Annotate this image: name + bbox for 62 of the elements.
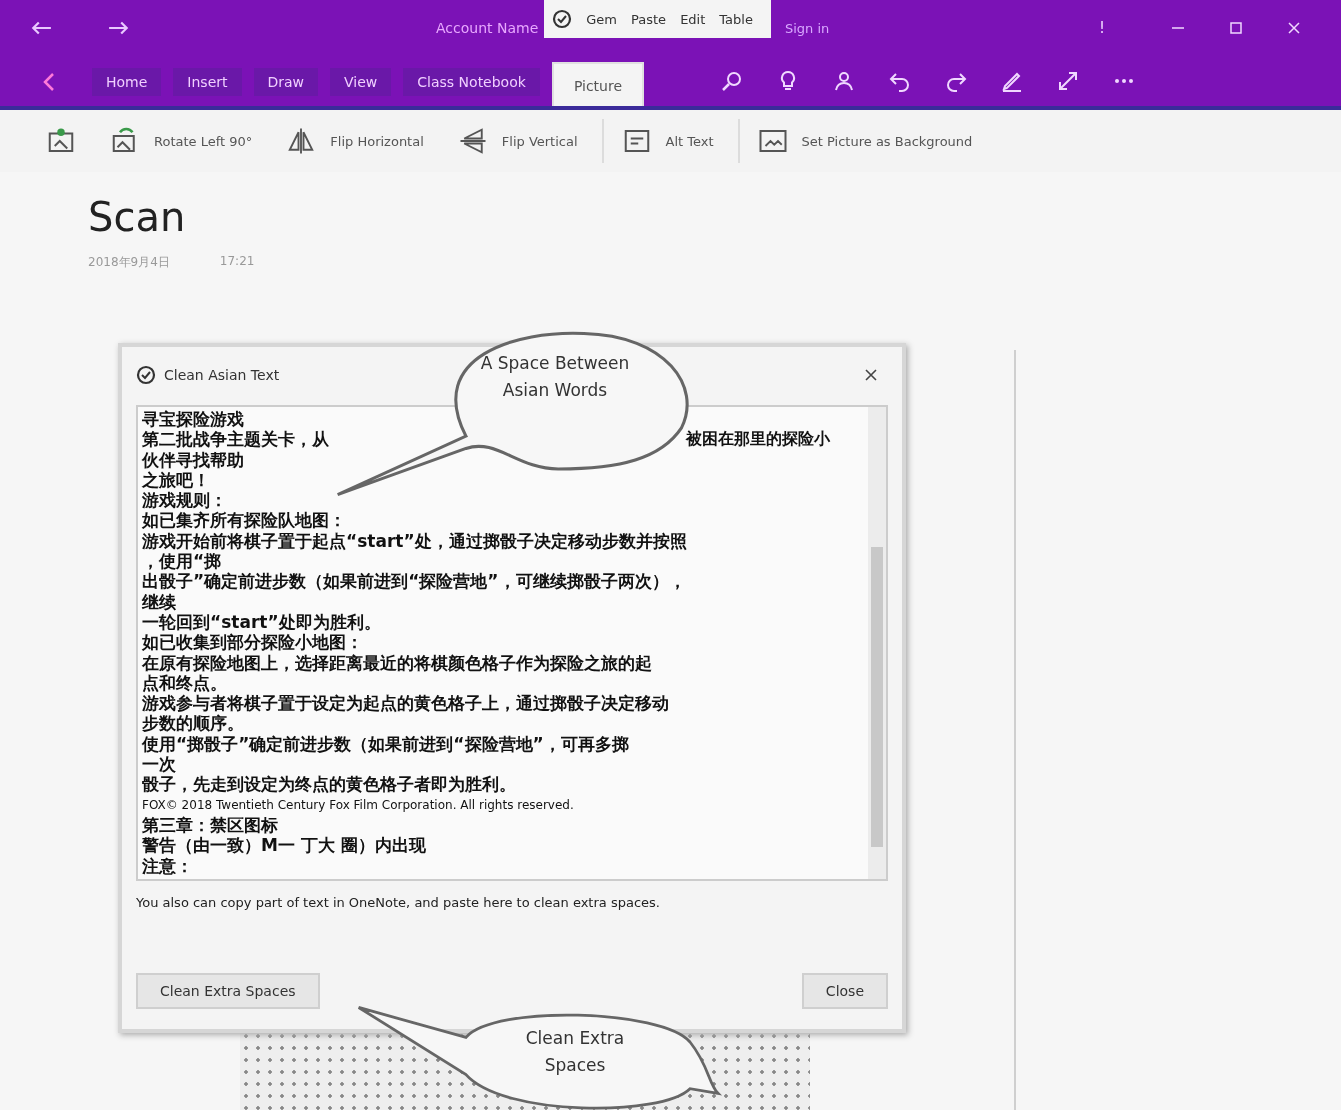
sign-in-link[interactable]: Sign in [784, 20, 830, 36]
page-time: 17:21 [219, 254, 255, 270]
text-line: 游戏开始前将棋子置于起点“start”处，通过掷骰子决定移动步数并按照 [142, 530, 687, 552]
text-line: 一次 [142, 754, 176, 775]
text-line: FOX© 2018 Twentieth Century Fox Film Corporation. All rights reserved. [142, 796, 574, 814]
ribbon-tab[interactable]: Class Notebook [403, 68, 540, 96]
text-line: 出骰子”确定前进步数（如果前进到“探险营地”，可继续掷骰子两次）， [142, 571, 686, 592]
menu-item[interactable]: Gem [586, 11, 618, 27]
text-area[interactable] [136, 405, 888, 881]
ribbon-tab[interactable]: View [330, 68, 392, 96]
text-line: 寻宝探险游戏 [142, 409, 244, 430]
toolbar-button[interactable]: Flip Horizontal [286, 122, 424, 160]
dialog-title: Clean Asian Text [164, 367, 281, 383]
menu-item[interactable]: Table [719, 11, 753, 27]
text-line: 伙伴寻找帮助 [142, 449, 244, 470]
close-icon[interactable] [864, 368, 878, 382]
text-line: 被困在那里的探险小 [686, 429, 830, 450]
back-icon[interactable] [42, 72, 56, 92]
text-line: 在原有探险地图上，选择距离最近的将棋颜色格子作为探险之旅的起 [142, 652, 652, 673]
feedback-button[interactable]: ! [1099, 19, 1105, 37]
callout-text: Clean Extra Spaces [524, 1027, 626, 1077]
text-line: 继续 [142, 591, 176, 612]
text-line: 之旅吧！ [142, 469, 210, 491]
close-button[interactable]: Close [801, 973, 888, 1009]
menu-item[interactable]: Paste [631, 11, 667, 27]
toolbar-button[interactable]: Flip Vertical [457, 122, 578, 160]
flip-horizontal-icon [286, 126, 317, 156]
text-line: ，使用“掷 [142, 551, 222, 572]
text-line: 注意： [142, 855, 193, 876]
text-line: 一轮回到“start”处即为胜利。 [142, 611, 381, 633]
hint-text: You also can copy part of text in OneNote, and paste here to clean extra spaces. [136, 895, 661, 910]
page-date: 2018年9月4日 [88, 254, 170, 271]
text-line: 如已收集到部分探险小地图： [142, 632, 363, 653]
text-line: 第二批战争主题关卡，从 [142, 429, 329, 450]
toolbar-button[interactable]: Alt Text [621, 122, 714, 160]
forward-arrow-icon[interactable] [108, 20, 130, 36]
page-title: Scan [88, 194, 187, 240]
ribbon-tab[interactable]: Insert [173, 68, 242, 96]
account-name: Account Name [436, 20, 539, 36]
ribbon-tab[interactable]: Picture [551, 62, 645, 106]
text-line: 骰子，先走到设定为终点的黄色格子者即为胜利。 [142, 774, 516, 795]
ribbon-tab[interactable]: Draw [253, 68, 319, 96]
back-arrow-icon[interactable] [30, 20, 52, 36]
text-line: 如已集齐所有探险队地图： [142, 510, 346, 531]
text-line: 使用“掷骰子”确定前进步数（如果前进到“探险营地”，可再多掷 [142, 733, 629, 755]
clean-extra-spaces-button[interactable]: Clean Extra Spaces [136, 973, 320, 1009]
text-line: 警告（由一致）M一 丁大 圈）内出现 [142, 835, 426, 856]
text-line: 点和终点。 [142, 672, 227, 694]
text-line: 游戏参与者将棋子置于设定为起点的黄色格子上，通过掷骰子决定移动 [142, 693, 669, 714]
gem-icon [136, 365, 156, 385]
toolbar-button[interactable]: Set Picture as Background [757, 122, 973, 160]
callout-text: A Space Between Asian Words [479, 352, 631, 402]
text-line: 步数的顺序。 [142, 713, 244, 734]
restore-icon[interactable] [1229, 21, 1243, 35]
scrollbar[interactable] [868, 407, 886, 879]
text-line: 第三章：禁区图标 [142, 814, 278, 836]
toolbar-button[interactable]: Rotate Left 90° [110, 122, 253, 160]
scrollbar-thumb[interactable] [871, 547, 883, 847]
text-line: 游戏规则： [142, 490, 227, 511]
gem-icon[interactable] [552, 9, 573, 29]
ribbon-tab[interactable]: Home [92, 68, 162, 96]
menu-item[interactable]: Edit [680, 11, 706, 27]
